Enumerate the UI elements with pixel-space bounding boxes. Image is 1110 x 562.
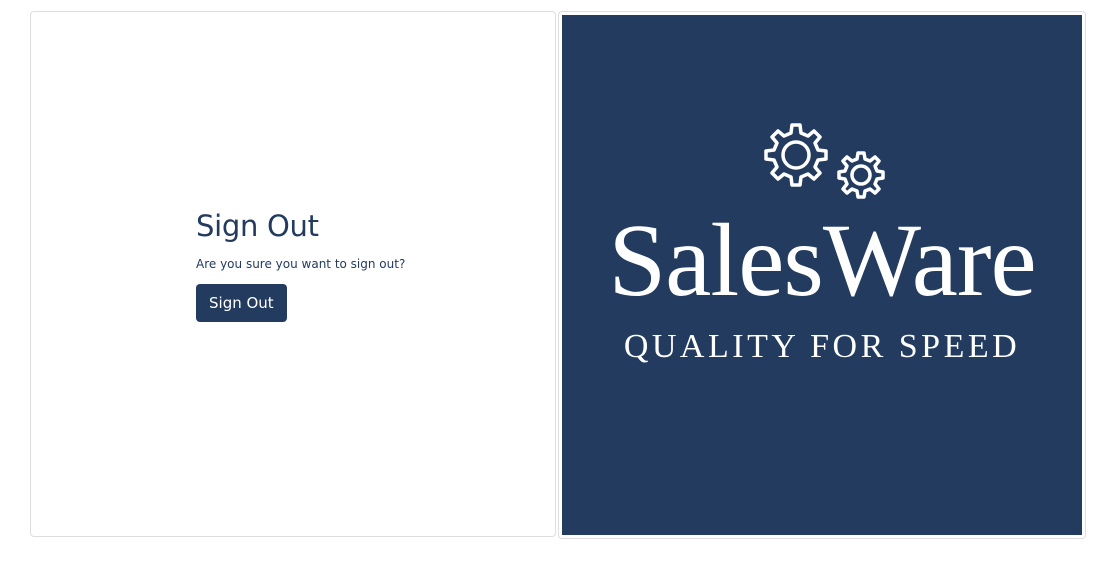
sign-out-button[interactable]: Sign Out <box>196 284 287 322</box>
page-title: Sign Out <box>196 209 319 243</box>
page: Sign Out Are you sure you want to sign o… <box>0 0 1110 562</box>
signout-prompt: Are you sure you want to sign out? <box>196 257 406 271</box>
brand-logo: SalesWare QUALITY FOR SPEED <box>562 15 1082 535</box>
logo-card: SalesWare QUALITY FOR SPEED <box>558 11 1086 539</box>
brand-tagline: QUALITY FOR SPEED <box>623 328 1021 365</box>
brand-wordmark: SalesWare <box>608 203 1036 318</box>
signout-card: Sign Out Are you sure you want to sign o… <box>30 11 556 537</box>
gears-icon <box>764 123 885 199</box>
signout-form: Sign Out Are you sure you want to sign o… <box>196 208 405 322</box>
